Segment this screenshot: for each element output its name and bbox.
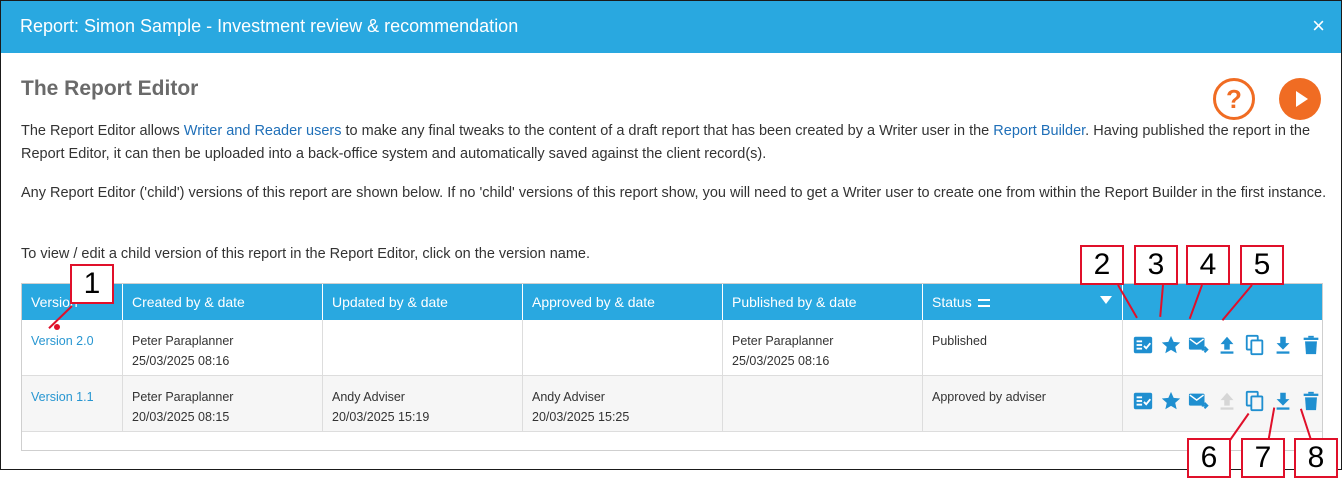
published-by: Peter Paraplanner — [732, 334, 834, 348]
callout-2: 2 — [1080, 245, 1124, 285]
sort-icon[interactable] — [977, 299, 990, 308]
callout-6: 6 — [1187, 438, 1231, 478]
header-updated[interactable]: Updated by & date — [323, 284, 523, 320]
header-status[interactable]: Status — [923, 284, 1123, 320]
dialog-title: Report: Simon Sample - Investment review… — [20, 16, 519, 36]
child-versions-paragraph: Any Report Editor ('child') versions of … — [21, 185, 1327, 201]
copy-icon[interactable] — [1244, 390, 1266, 412]
callout-1-dot — [54, 324, 60, 330]
callout-4: 4 — [1186, 245, 1230, 285]
published-date: 25/03/2025 08:16 — [732, 354, 830, 368]
play-video-button[interactable] — [1279, 78, 1321, 120]
delete-icon[interactable] — [1300, 334, 1322, 356]
approved-date: 20/03/2025 15:25 — [532, 410, 630, 424]
header-status-label: Status — [932, 294, 972, 310]
email-forward-icon[interactable] — [1188, 390, 1210, 412]
page-title: The Report Editor — [21, 77, 199, 100]
created-by: Peter Paraplanner — [132, 390, 234, 404]
version-link[interactable]: Version 1.1 — [31, 390, 94, 404]
updated-cell: Andy Adviser 20/03/2025 15:19 — [323, 376, 523, 432]
published-cell — [723, 376, 923, 432]
approved-cell: Andy Adviser 20/03/2025 15:25 — [523, 376, 723, 432]
created-cell: Peter Paraplanner 25/03/2025 08:16 — [123, 320, 323, 376]
copy-icon[interactable] — [1244, 334, 1266, 356]
version-link[interactable]: Version 2.0 — [31, 334, 94, 348]
intro-text-1: The Report Editor allows — [21, 123, 184, 139]
dialog-titlebar: Report: Simon Sample - Investment review… — [1, 1, 1341, 53]
download-icon[interactable] — [1272, 390, 1294, 412]
status-cell: Published — [923, 320, 1123, 376]
checklist-icon[interactable] — [1132, 334, 1154, 356]
status-text: Approved by adviser — [932, 390, 1046, 404]
created-cell: Peter Paraplanner 20/03/2025 08:15 — [123, 376, 323, 432]
updated-date: 20/03/2025 15:19 — [332, 410, 430, 424]
table-row: Version 2.0 Peter Paraplanner 25/03/2025… — [22, 320, 1322, 376]
status-text: Published — [932, 334, 987, 348]
upload-icon[interactable] — [1216, 334, 1238, 356]
table-row: Version 1.1 Peter Paraplanner 20/03/2025… — [22, 376, 1322, 432]
header-approved[interactable]: Approved by & date — [523, 284, 723, 320]
help-button[interactable]: ? — [1213, 78, 1255, 120]
created-date: 25/03/2025 08:16 — [132, 354, 230, 368]
report-builder-link[interactable]: Report Builder — [993, 123, 1085, 139]
status-cell: Approved by adviser — [923, 376, 1123, 432]
created-date: 20/03/2025 08:15 — [132, 410, 230, 424]
updated-cell — [323, 320, 523, 376]
callout-5: 5 — [1240, 245, 1284, 285]
intro-paragraph: The Report Editor allows Writer and Read… — [21, 120, 1331, 166]
checklist-icon[interactable] — [1132, 390, 1154, 412]
download-icon[interactable] — [1272, 334, 1294, 356]
star-icon[interactable] — [1160, 334, 1182, 356]
star-icon[interactable] — [1160, 390, 1182, 412]
approved-cell — [523, 320, 723, 376]
created-by: Peter Paraplanner — [132, 334, 234, 348]
callout-3: 3 — [1134, 245, 1178, 285]
close-icon[interactable]: × — [1312, 14, 1325, 38]
versions-table: Version Created by & date Updated by & d… — [21, 283, 1323, 451]
report-dialog: Report: Simon Sample - Investment review… — [0, 0, 1342, 470]
approved-by: Andy Adviser — [532, 390, 605, 404]
delete-icon[interactable] — [1300, 390, 1322, 412]
version-cell: Version 2.0 — [22, 320, 123, 376]
writer-reader-users-link[interactable]: Writer and Reader users — [184, 123, 342, 139]
filter-icon[interactable] — [1100, 296, 1112, 304]
version-cell: Version 1.1 — [22, 376, 123, 432]
header-actions — [1123, 284, 1322, 320]
published-cell: Peter Paraplanner 25/03/2025 08:16 — [723, 320, 923, 376]
intro-text-2: to make any final tweaks to the content … — [341, 123, 994, 139]
callout-1: 1 — [70, 264, 114, 304]
callout-7: 7 — [1241, 438, 1285, 478]
email-forward-icon[interactable] — [1188, 334, 1210, 356]
header-published[interactable]: Published by & date — [723, 284, 923, 320]
upload-icon — [1216, 390, 1238, 412]
callout-8: 8 — [1294, 438, 1338, 478]
updated-by: Andy Adviser — [332, 390, 405, 404]
header-created[interactable]: Created by & date — [123, 284, 323, 320]
